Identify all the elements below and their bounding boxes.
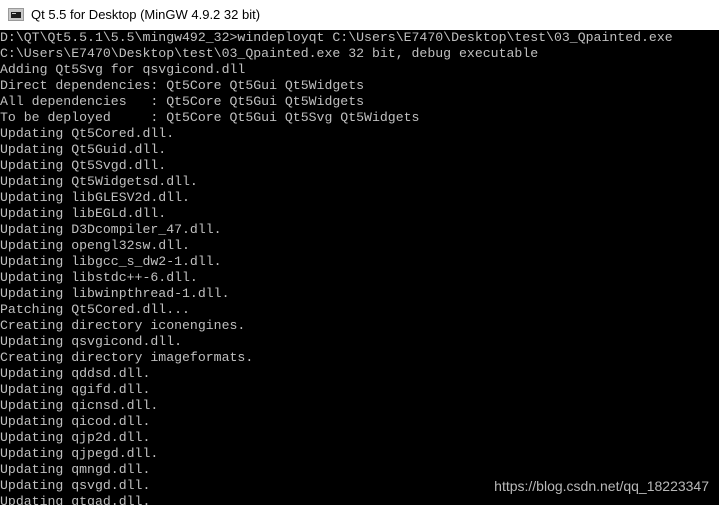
title-bar[interactable]: Qt 5.5 for Desktop (MinGW 4.9.2 32 bit)	[0, 0, 719, 30]
console-line: Updating libEGLd.dll.	[0, 206, 167, 221]
console-line: Updating qddsd.dll.	[0, 366, 151, 381]
console-icon[interactable]	[8, 8, 24, 21]
console-line: Updating Qt5Svgd.dll.	[0, 158, 167, 173]
console-line: Updating Qt5Guid.dll.	[0, 142, 167, 157]
window-title: Qt 5.5 for Desktop (MinGW 4.9.2 32 bit)	[31, 7, 261, 22]
console-output[interactable]: D:\QT\Qt5.5.1\5.5\mingw492_32>windeployq…	[0, 30, 719, 505]
console-line: Direct dependencies: Qt5Core Qt5Gui Qt5W…	[0, 78, 365, 93]
console-line: Updating opengl32sw.dll.	[0, 238, 190, 253]
console-line: Updating qmngd.dll.	[0, 462, 151, 477]
console-line: Updating qsvgicond.dll.	[0, 334, 183, 349]
console-line: Updating qicnsd.dll.	[0, 398, 159, 413]
console-line: Patching Qt5Cored.dll...	[0, 302, 190, 317]
console-line: Updating libstdc++-6.dll.	[0, 270, 198, 285]
console-line: Updating Qt5Widgetsd.dll.	[0, 174, 198, 189]
console-line: Updating libGLESV2d.dll.	[0, 190, 190, 205]
console-line: To be deployed : Qt5Core Qt5Gui Qt5Svg Q…	[0, 110, 420, 125]
console-icon-prompt	[12, 13, 16, 14]
console-line: Adding Qt5Svg for qsvgicond.dll	[0, 62, 246, 77]
console-line: Updating qgifd.dll.	[0, 382, 151, 397]
console-line: D:\QT\Qt5.5.1\5.5\mingw492_32>windeployq…	[0, 30, 673, 45]
console-line: C:\Users\E7470\Desktop\test\03_Qpainted.…	[0, 46, 539, 61]
console-line: Updating qtgad.dll.	[0, 494, 151, 505]
console-line: Creating directory imageformats.	[0, 350, 254, 365]
console-line: Creating directory iconengines.	[0, 318, 246, 333]
console-line: Updating libwinpthread-1.dll.	[0, 286, 230, 301]
watermark: https://blog.csdn.net/qq_18223347	[494, 478, 709, 494]
console-line: Updating D3Dcompiler_47.dll.	[0, 222, 222, 237]
console-line: Updating qjp2d.dll.	[0, 430, 151, 445]
console-line: All dependencies : Qt5Core Qt5Gui Qt5Wid…	[0, 94, 365, 109]
console-line: Updating qicod.dll.	[0, 414, 151, 429]
console-line: Updating qjpegd.dll.	[0, 446, 159, 461]
console-line: Updating libgcc_s_dw2-1.dll.	[0, 254, 222, 269]
console-window: Qt 5.5 for Desktop (MinGW 4.9.2 32 bit) …	[0, 0, 719, 505]
console-line: Updating Qt5Cored.dll.	[0, 126, 175, 141]
